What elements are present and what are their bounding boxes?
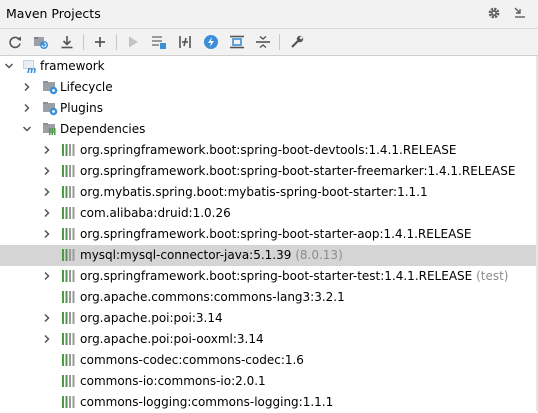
tree-label: Lifecycle <box>60 80 113 94</box>
skip-tests-icon[interactable] <box>202 33 220 51</box>
library-icon <box>61 310 77 326</box>
tree-label: framework <box>40 59 105 73</box>
chevron-right-icon[interactable] <box>40 227 54 241</box>
library-icon <box>61 247 77 263</box>
library-icon <box>61 142 77 158</box>
tree-root-framework[interactable]: m framework <box>0 56 538 77</box>
dependency-label: org.springframework.boot:spring-boot-sta… <box>80 227 472 241</box>
dependency-label: commons-codec:commons-codec:1.6 <box>80 353 304 367</box>
dependency-row[interactable]: commons-codec:commons-codec:1.6 <box>0 350 538 371</box>
dependency-row[interactable]: commons-logging:commons-logging:1.1.1 <box>0 392 538 413</box>
gear-icon[interactable] <box>486 5 502 21</box>
show-dependencies-icon[interactable] <box>228 33 246 51</box>
dependency-label: org.apache.poi:poi:3.14 <box>80 311 223 325</box>
settings-wrench-icon[interactable] <box>288 33 306 51</box>
collapse-all-icon[interactable] <box>254 33 272 51</box>
folder-gear-icon <box>42 100 58 116</box>
dependency-row[interactable]: org.apache.poi:poi:3.14 <box>0 308 538 329</box>
library-icon <box>61 184 77 200</box>
svg-text:m: m <box>27 66 36 74</box>
chevron-down-icon[interactable] <box>20 122 34 136</box>
library-icon <box>61 226 77 242</box>
library-icon <box>61 163 77 179</box>
dependency-label: com.alibaba:druid:1.0.26 <box>80 206 231 220</box>
chevron-right-icon[interactable] <box>40 185 54 199</box>
chevron-right-icon[interactable] <box>40 269 54 283</box>
reimport-icon[interactable] <box>6 33 24 51</box>
dependency-label: org.mybatis.spring.boot:mybatis-spring-b… <box>80 185 428 199</box>
dependency-row-selected[interactable]: mysql:mysql-connector-java:5.1.39 (8.0.1… <box>0 245 538 266</box>
dependency-row[interactable]: org.apache.commons:commons-lang3:3.2.1 <box>0 287 538 308</box>
chevron-right-icon[interactable] <box>40 164 54 178</box>
library-icon <box>61 205 77 221</box>
maven-toolbar <box>0 29 538 56</box>
toolbar-separator <box>83 34 84 50</box>
dependency-row[interactable]: org.springframework.boot:spring-boot-sta… <box>0 266 538 287</box>
dependency-label: mysql:mysql-connector-java:5.1.39 <box>80 248 292 262</box>
dependency-label: org.springframework.boot:spring-boot-sta… <box>80 269 473 283</box>
execute-goal-icon[interactable] <box>150 33 168 51</box>
dependency-row[interactable]: org.apache.poi:poi-ooxml:3.14 <box>0 329 538 350</box>
dependency-row[interactable]: org.springframework.boot:spring-boot-sta… <box>0 224 538 245</box>
toolbar-separator <box>116 34 117 50</box>
dependency-row[interactable]: org.mybatis.spring.boot:mybatis-spring-b… <box>0 182 538 203</box>
hide-panel-icon[interactable] <box>512 5 528 21</box>
dependency-label: commons-io:commons-io:2.0.1 <box>80 374 266 388</box>
dependency-row[interactable]: org.springframework.boot:spring-boot-dev… <box>0 140 538 161</box>
folder-library-icon <box>42 121 58 137</box>
tree-node-lifecycle[interactable]: Lifecycle <box>0 77 538 98</box>
chevron-right-icon[interactable] <box>40 143 54 157</box>
chevron-right-icon[interactable] <box>40 311 54 325</box>
chevron-right-icon[interactable] <box>20 80 34 94</box>
dependency-label: org.apache.poi:poi-ooxml:3.14 <box>80 332 264 346</box>
panel-title: Maven Projects <box>6 6 101 21</box>
library-icon <box>61 331 77 347</box>
dependency-label: org.springframework.boot:spring-boot-sta… <box>80 164 516 178</box>
chevron-right-icon[interactable] <box>20 101 34 115</box>
library-icon <box>61 394 77 410</box>
dependency-label: org.springframework.boot:spring-boot-dev… <box>80 143 457 157</box>
library-icon <box>61 373 77 389</box>
maven-project-tree: m framework Lifecycle Plugins Dependenci… <box>0 56 538 411</box>
chevron-right-icon[interactable] <box>40 206 54 220</box>
run-icon[interactable] <box>124 33 142 51</box>
tree-label: Dependencies <box>60 122 146 136</box>
download-icon[interactable] <box>58 33 76 51</box>
dependency-row[interactable]: commons-io:commons-io:2.0.1 <box>0 371 538 392</box>
tree-node-dependencies[interactable]: Dependencies <box>0 119 538 140</box>
dependency-label: org.apache.commons:commons-lang3:3.2.1 <box>80 290 345 304</box>
dependency-extra: (8.0.13) <box>295 248 343 262</box>
maven-module-icon: m <box>22 58 38 74</box>
library-icon <box>61 268 77 284</box>
library-icon <box>61 352 77 368</box>
dependency-label: commons-logging:commons-logging:1.1.1 <box>80 395 334 409</box>
tree-label: Plugins <box>60 101 103 115</box>
add-icon[interactable] <box>91 33 109 51</box>
chevron-down-icon[interactable] <box>2 59 16 73</box>
toggle-offline-icon[interactable] <box>176 33 194 51</box>
dependency-extra: (test) <box>476 269 509 283</box>
library-icon <box>61 289 77 305</box>
dependency-row[interactable]: com.alibaba:druid:1.0.26 <box>0 203 538 224</box>
chevron-right-icon[interactable] <box>40 332 54 346</box>
generate-sources-icon[interactable] <box>32 33 50 51</box>
toolbar-separator <box>279 34 280 50</box>
panel-header: Maven Projects <box>0 0 538 29</box>
folder-gear-icon <box>42 79 58 95</box>
tree-node-plugins[interactable]: Plugins <box>0 98 538 119</box>
dependency-row[interactable]: org.springframework.boot:spring-boot-sta… <box>0 161 538 182</box>
